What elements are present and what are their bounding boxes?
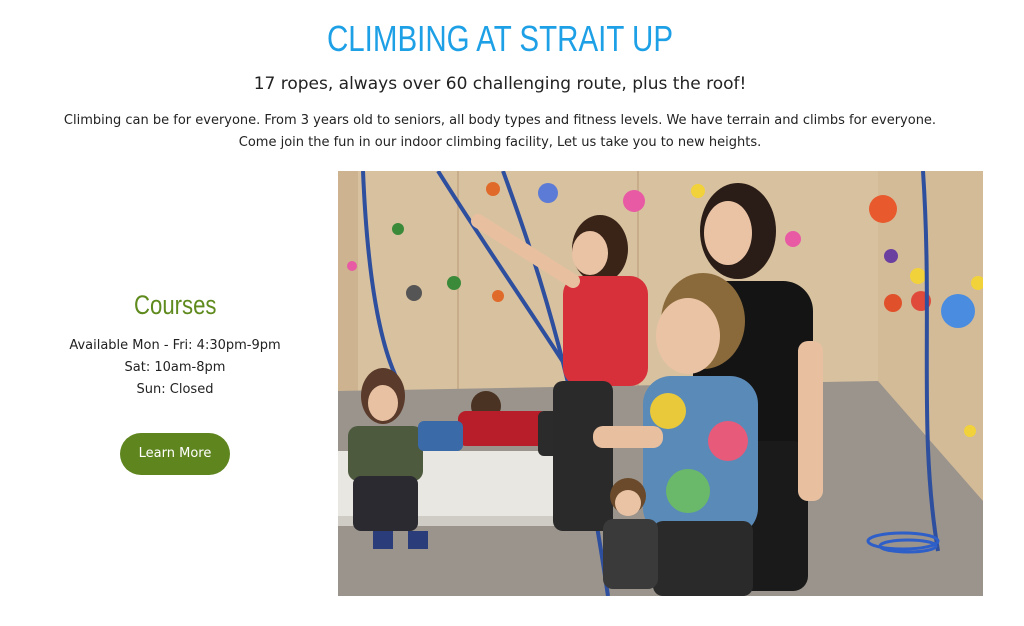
- course-hours: Available Mon - Fri: 4:30pm-9pm Sat: 10a…: [40, 335, 310, 401]
- intro-text: Climbing can be for everyone. From 3 yea…: [0, 110, 1000, 154]
- page-title: CLIMBING AT STRAIT UP: [326, 18, 674, 59]
- photo-illustration: [338, 171, 983, 596]
- hours-weekday: Available Mon - Fri: 4:30pm-9pm: [69, 338, 281, 353]
- hours-saturday: Sat: 10am-8pm: [124, 360, 226, 375]
- intro-line-1: Climbing can be for everyone. From 3 yea…: [63, 113, 937, 128]
- intro-line-2: Come join the fun in our indoor climbing…: [238, 135, 762, 150]
- climbing-gym-photo: [338, 171, 983, 596]
- learn-more-button[interactable]: Learn More: [120, 433, 230, 475]
- courses-section: Courses Available Mon - Fri: 4:30pm-9pm …: [40, 290, 310, 475]
- hours-sunday: Sun: Closed: [136, 382, 214, 397]
- page-subtitle: 17 ropes, always over 60 challenging rou…: [253, 74, 747, 94]
- courses-title: Courses: [133, 290, 217, 320]
